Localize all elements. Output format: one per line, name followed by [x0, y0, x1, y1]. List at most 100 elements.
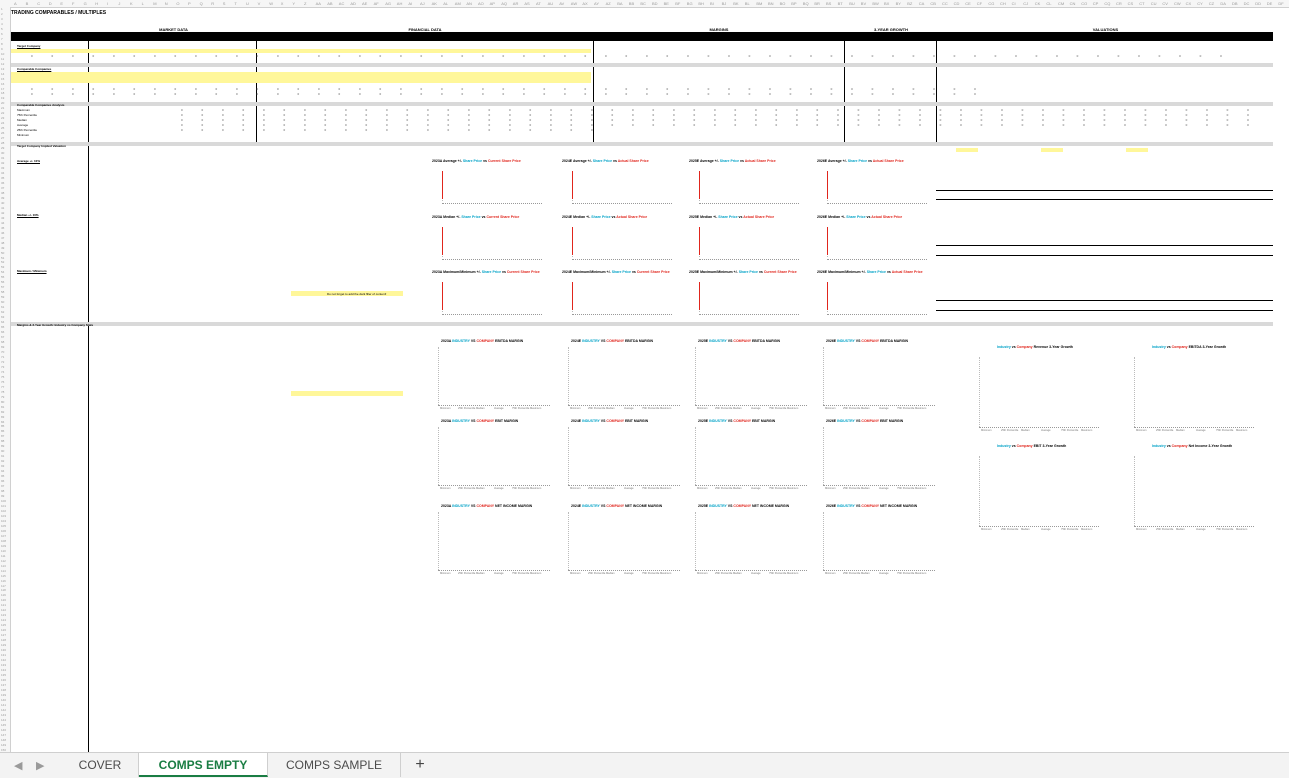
column-letter[interactable]: DC: [1244, 0, 1250, 7]
row-number[interactable]: 53: [1, 265, 4, 269]
row-number[interactable]: 104: [1, 519, 6, 523]
column-letter[interactable]: CX: [1186, 0, 1192, 7]
row-number[interactable]: 14: [1, 72, 4, 76]
margin-chart-axis[interactable]: [438, 347, 439, 405]
row-number[interactable]: 105: [1, 524, 6, 528]
column-letter[interactable]: BV: [861, 0, 866, 7]
column-letter[interactable]: AI: [408, 0, 412, 7]
column-letter[interactable]: BE: [664, 0, 669, 7]
row-number[interactable]: 25: [1, 126, 4, 130]
row-number[interactable]: 32: [1, 161, 4, 165]
row-number[interactable]: 37: [1, 186, 4, 190]
row-number[interactable]: 66: [1, 330, 4, 334]
row-number[interactable]: 36: [1, 181, 4, 185]
column-letter[interactable]: BZ: [907, 0, 912, 7]
row-number[interactable]: 96: [1, 479, 4, 483]
row-number[interactable]: 49: [1, 246, 4, 250]
row-number[interactable]: 130: [1, 648, 6, 652]
column-letter[interactable]: AV: [559, 0, 564, 7]
margin-chart-axis[interactable]: [695, 427, 696, 485]
row-number[interactable]: 124: [1, 618, 6, 622]
column-letter[interactable]: CC: [942, 0, 948, 7]
column-letter[interactable]: DA: [1220, 0, 1226, 7]
row-number[interactable]: 89: [1, 444, 4, 448]
column-letter[interactable]: E: [60, 0, 63, 7]
column-letter[interactable]: BI: [710, 0, 714, 7]
column-letter[interactable]: P: [188, 0, 191, 7]
row-number[interactable]: 4: [1, 22, 3, 26]
row-number[interactable]: 39: [1, 196, 4, 200]
row-number[interactable]: 117: [1, 584, 6, 588]
row-number[interactable]: 48: [1, 241, 4, 245]
row-number[interactable]: 108: [1, 539, 6, 543]
column-letter[interactable]: DF: [1278, 0, 1283, 7]
column-letter[interactable]: BR: [814, 0, 820, 7]
row-number[interactable]: 19: [1, 96, 4, 100]
row-number[interactable]: 71: [1, 355, 4, 359]
row-number[interactable]: 147: [1, 733, 6, 737]
row-number[interactable]: 69: [1, 345, 4, 349]
row-number[interactable]: 73: [1, 365, 4, 369]
margin-chart-axis[interactable]: [568, 427, 569, 485]
row-number[interactable]: 94: [1, 469, 4, 473]
comparable-input-block[interactable]: [11, 72, 591, 83]
margin-chart-axis[interactable]: [568, 512, 569, 570]
row-number[interactable]: 122: [1, 608, 6, 612]
column-letter[interactable]: H: [95, 0, 98, 7]
row-number[interactable]: 109: [1, 544, 6, 548]
row-number[interactable]: 65: [1, 325, 4, 329]
row-number[interactable]: 9: [1, 47, 3, 51]
column-letter[interactable]: N: [165, 0, 168, 7]
row-number[interactable]: 7: [1, 37, 3, 41]
row-number[interactable]: 45: [1, 226, 4, 230]
column-letter[interactable]: L: [142, 0, 144, 7]
column-letter[interactable]: S: [223, 0, 226, 7]
column-letter[interactable]: R: [211, 0, 214, 7]
row-number[interactable]: 50: [1, 251, 4, 255]
column-letter[interactable]: CS: [1128, 0, 1134, 7]
row-number[interactable]: 58: [1, 290, 4, 294]
column-letter[interactable]: AH: [397, 0, 403, 7]
row-number[interactable]: 88: [1, 439, 4, 443]
row-number[interactable]: 12: [1, 62, 4, 66]
row-number[interactable]: 141: [1, 703, 6, 707]
row-number[interactable]: 98: [1, 489, 4, 493]
column-letter[interactable]: BF: [675, 0, 680, 7]
row-number[interactable]: 146: [1, 728, 6, 732]
row-number[interactable]: 136: [1, 678, 6, 682]
column-letter[interactable]: AL: [443, 0, 448, 7]
next-sheet-icon[interactable]: ▶: [36, 759, 44, 772]
column-letter[interactable]: BO: [780, 0, 786, 7]
column-letter[interactable]: CM: [1058, 0, 1064, 7]
column-letter[interactable]: CP: [1093, 0, 1099, 7]
row-number[interactable]: 43: [1, 216, 4, 220]
column-letter[interactable]: CL: [1046, 0, 1051, 7]
column-letter[interactable]: I: [107, 0, 108, 7]
column-letter[interactable]: BC: [640, 0, 646, 7]
row-number[interactable]: 80: [1, 400, 4, 404]
growth-chart-axis[interactable]: [979, 456, 980, 526]
row-number[interactable]: 93: [1, 464, 4, 468]
row-number[interactable]: 61: [1, 305, 4, 309]
row-number[interactable]: 70: [1, 350, 4, 354]
row-number[interactable]: 21: [1, 106, 4, 110]
row-number[interactable]: 120: [1, 598, 6, 602]
row-number[interactable]: 91: [1, 454, 4, 458]
column-letter[interactable]: CF: [977, 0, 982, 7]
column-letter[interactable]: Q: [200, 0, 203, 7]
column-letter[interactable]: C: [37, 0, 40, 7]
row-number[interactable]: 63: [1, 315, 4, 319]
column-letter[interactable]: U: [246, 0, 249, 7]
column-letter[interactable]: AW: [571, 0, 577, 7]
row-number[interactable]: 57: [1, 285, 4, 289]
column-letter[interactable]: K: [130, 0, 133, 7]
row-number[interactable]: 140: [1, 698, 6, 702]
row-number[interactable]: 131: [1, 653, 6, 657]
row-number[interactable]: 90: [1, 449, 4, 453]
row-number[interactable]: 31: [1, 156, 4, 160]
row-number[interactable]: 92: [1, 459, 4, 463]
row-number[interactable]: 81: [1, 405, 4, 409]
row-number[interactable]: 28: [1, 141, 4, 145]
row-number[interactable]: 87: [1, 434, 4, 438]
column-letter[interactable]: CR: [1116, 0, 1122, 7]
